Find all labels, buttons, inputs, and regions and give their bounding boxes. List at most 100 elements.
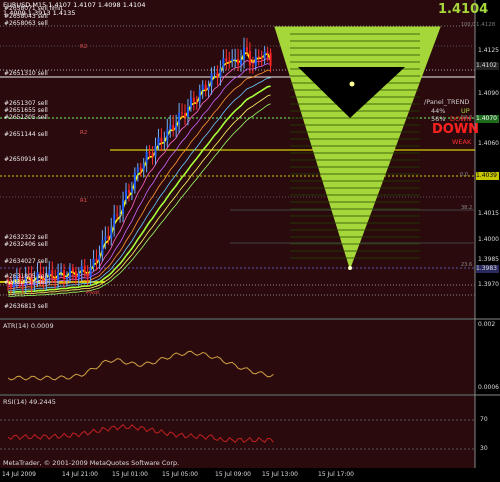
- panel-weak-label: WEAK: [452, 138, 472, 146]
- rsi-label: RSI(14) 49.2445: [3, 398, 56, 406]
- time-axis-label: 14 Jul 21:00: [62, 471, 98, 478]
- time-axis-label: 15 Jul 05:00: [162, 471, 198, 478]
- candle-body: [142, 163, 145, 171]
- chart-canvas[interactable]: [0, 0, 500, 482]
- order-label: #2632406 sell: [4, 241, 48, 248]
- order-label: #2651655 sell: [4, 107, 48, 114]
- atr-label: ATR(14) 0.0009: [3, 322, 54, 330]
- candle-body: [95, 258, 98, 262]
- candle-body: [184, 113, 186, 117]
- order-label: #2651307 sell: [4, 100, 48, 107]
- candle-body: [151, 153, 154, 157]
- current-price: 1.4104: [438, 2, 489, 17]
- fibo-label: 23.6: [461, 262, 473, 268]
- rsi-axis-top: 70: [480, 416, 488, 423]
- candle-body: [77, 272, 80, 279]
- candle-body: [101, 240, 104, 256]
- candle-body: [136, 167, 139, 173]
- candle-body: [74, 271, 77, 279]
- price-tag-yellow: 1.4039: [476, 172, 499, 180]
- candle-body: [133, 172, 136, 188]
- candle-body: [68, 268, 71, 278]
- fibo-label: 100.0: [461, 22, 476, 28]
- rsi-axis-bottom: 30: [480, 445, 488, 452]
- order-label: #2650914 sell: [4, 156, 48, 163]
- atr-plot-area: [0, 320, 475, 394]
- candle-body: [175, 124, 178, 131]
- candle-body: [225, 58, 228, 62]
- fibo-label: 0.0: [460, 172, 468, 178]
- fibo-label: 38.2: [461, 205, 473, 211]
- candle-body: [234, 58, 237, 60]
- candle-body: [204, 84, 207, 91]
- price-tag-top: 1.4128: [476, 22, 496, 28]
- price-axis-label: 1.4015: [478, 210, 499, 217]
- candle-body: [198, 89, 201, 103]
- candle-body: [186, 107, 189, 117]
- candle-body: [240, 59, 243, 65]
- order-label: #2658043 sell: [4, 13, 48, 20]
- candle-body: [127, 190, 130, 193]
- candle-body: [257, 56, 260, 58]
- price-axis-label: 1.4060: [478, 140, 499, 147]
- candle-body: [71, 268, 74, 272]
- rsi-plot-area: [0, 396, 475, 468]
- candle-body: [54, 278, 57, 281]
- level-label: R2: [80, 44, 88, 50]
- candle-body: [201, 84, 204, 90]
- candle-body: [181, 112, 184, 114]
- bottom-dot: [348, 266, 352, 270]
- candle-body: [113, 214, 116, 228]
- price-axis-label: 1.4125: [478, 47, 499, 54]
- candle-body: [148, 151, 151, 154]
- order-label: #2636813 sell: [4, 303, 48, 310]
- time-axis-label: 15 Jul 13:00: [262, 471, 298, 478]
- order-label: #2658071 sell limit: [4, 5, 63, 12]
- order-label: #2651310 sell: [4, 70, 48, 77]
- time-axis-label: 15 Jul 09:00: [215, 471, 251, 478]
- candle-body: [207, 85, 210, 91]
- price-axis-label: 1.4090: [478, 90, 499, 97]
- candle-body: [104, 236, 107, 241]
- candle-body: [89, 267, 92, 277]
- order-label: #2632413 sell: [4, 279, 48, 286]
- panel-title: /Panel_TREND: [424, 98, 470, 106]
- price-tag-gray: 1.3983: [476, 265, 499, 273]
- candle-body: [83, 266, 86, 273]
- level-label: Pivot: [86, 290, 100, 296]
- chart-window[interactable]: EURUSD,M15 1.4107 1.4107 1.4098 1.4104 1…: [0, 0, 500, 482]
- candle-body: [110, 227, 113, 239]
- candle-body: [178, 112, 181, 125]
- candle-body: [216, 72, 219, 78]
- candle-body: [160, 137, 163, 143]
- candle-body: [248, 51, 251, 66]
- candle-body: [107, 236, 110, 239]
- candle-body: [219, 68, 222, 78]
- order-label: #2634027 sell: [4, 258, 48, 265]
- order-label: #2632322 sell: [4, 234, 48, 241]
- candle-body: [260, 56, 263, 59]
- candle-body: [245, 47, 248, 52]
- candle-body: [57, 271, 60, 281]
- candle-body: [122, 199, 125, 214]
- order-label: #2651144 sell: [4, 131, 48, 138]
- candle-body: [169, 124, 172, 129]
- candle-body: [86, 272, 89, 277]
- candle-body: [51, 270, 54, 279]
- order-label: #2658063 sell: [4, 20, 48, 27]
- candle-body: [48, 270, 51, 277]
- candle-body: [263, 51, 266, 59]
- candle-body: [130, 187, 133, 193]
- price-tag-green: 1.4070: [476, 115, 499, 123]
- candle-body: [254, 56, 257, 66]
- candle-body: [166, 128, 169, 142]
- candle-body: [231, 59, 234, 62]
- candle-body: [66, 277, 68, 280]
- candle-body: [125, 190, 127, 200]
- candle-body: [237, 58, 240, 65]
- level-label: R1: [80, 198, 88, 204]
- candle-body: [154, 145, 157, 157]
- candle-body: [63, 270, 66, 280]
- candle-body: [116, 214, 119, 216]
- atr-axis-top: 0.002: [478, 321, 496, 328]
